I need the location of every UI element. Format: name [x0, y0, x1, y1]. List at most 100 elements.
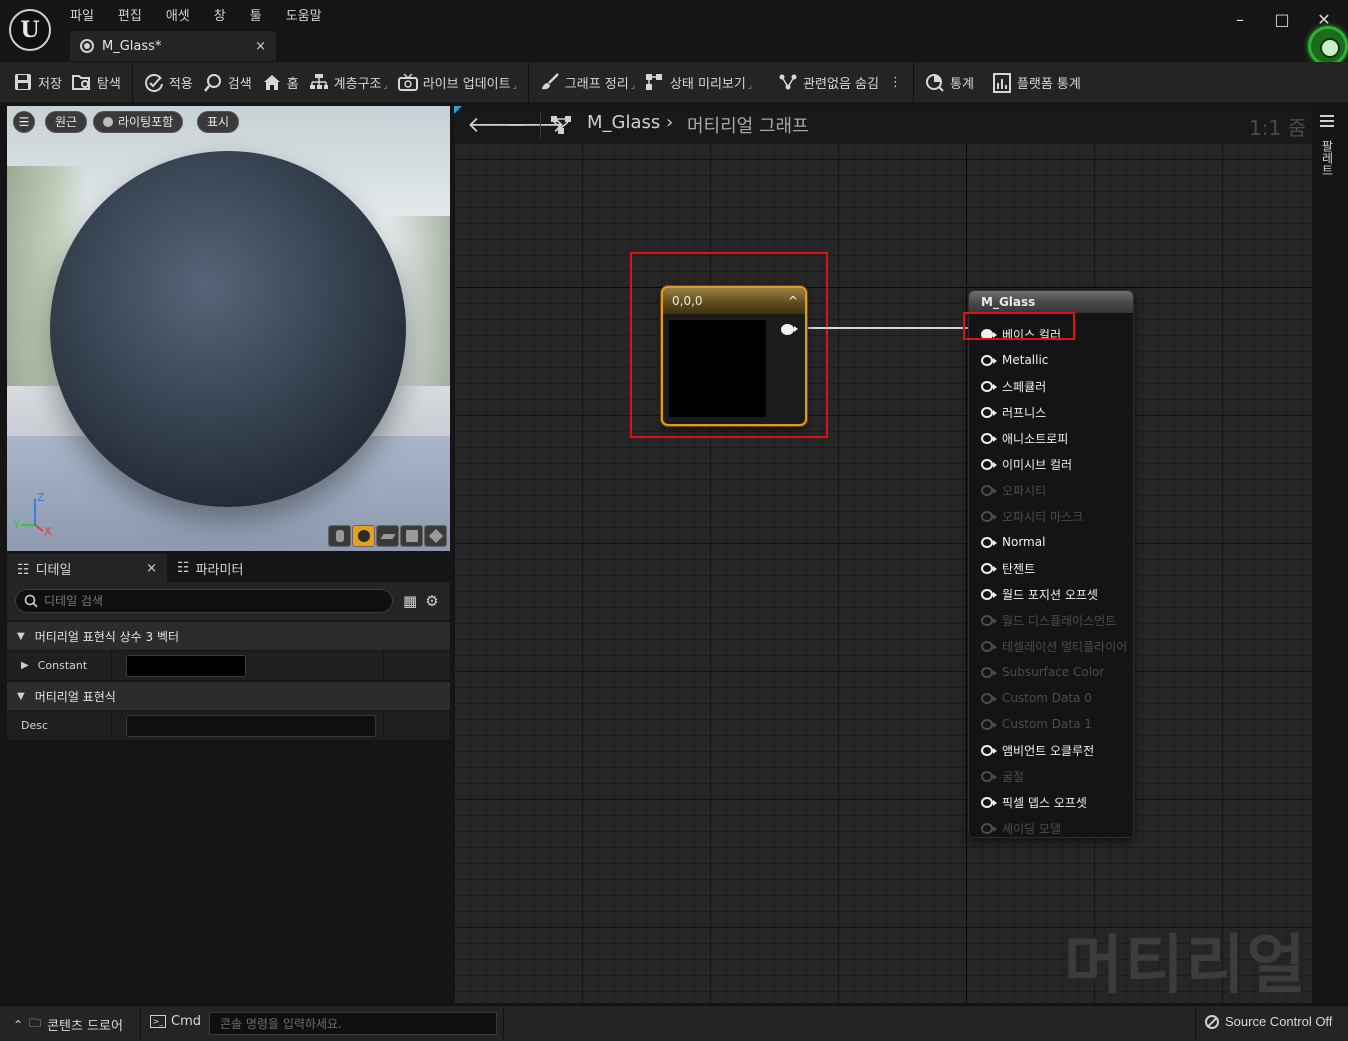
menu-edit[interactable]: 편집	[118, 5, 142, 24]
hierarchy-dropdown-icon[interactable]: ⌟	[384, 81, 388, 91]
input-pin-row[interactable]: Custom Data 1	[981, 714, 1092, 734]
show-button[interactable]: 표시	[197, 111, 240, 133]
input-pin-icon[interactable]	[981, 796, 997, 808]
input-pin-icon[interactable]	[981, 484, 997, 496]
unreal-logo-icon[interactable]: U	[9, 9, 51, 51]
material-graph-canvas[interactable]: 🡐 🡒 M_Glass › 머티리얼 그래프 1:1 줌 0,0,0 ^ M_G…	[454, 106, 1312, 1003]
input-pin-row[interactable]: 애니소트로피	[981, 428, 1068, 448]
input-pin-icon[interactable]	[981, 822, 997, 834]
details-search-input[interactable]	[44, 594, 364, 608]
input-pin-icon[interactable]	[981, 614, 997, 626]
output-pin[interactable]	[781, 324, 798, 335]
input-pin-icon[interactable]	[981, 380, 997, 392]
input-pin-icon[interactable]	[981, 666, 997, 678]
breadcrumb-graph[interactable]: 머티리얼 그래프	[687, 112, 809, 138]
palette-side-tab[interactable]: 팔레트	[1313, 106, 1343, 1003]
input-pin-icon[interactable]	[981, 510, 997, 522]
preview-state-dropdown-icon[interactable]: ⌟	[748, 81, 752, 91]
input-pin-row[interactable]: Metallic	[981, 350, 1048, 370]
input-pin-row[interactable]: 테셀레이션 멀티플라이어	[981, 636, 1127, 656]
minimize-button[interactable]: –	[1230, 10, 1250, 30]
input-pin-row[interactable]: 월드 포지션 오프셋	[981, 584, 1098, 604]
material-result-node[interactable]: M_Glass 베이스 컬러 Metallic 스페큘러 러프니스 애니소트로피 이미시브…	[968, 290, 1134, 838]
node-title-bar[interactable]: 0,0,0 ^	[663, 288, 805, 314]
editor-status-icon[interactable]	[1308, 26, 1348, 66]
browse-button[interactable]: 탐색	[67, 67, 126, 97]
collapse-arrow-icon[interactable]: ^	[788, 288, 798, 314]
more-options-button[interactable]: ⋮	[884, 67, 907, 97]
close-tab-icon[interactable]: ×	[255, 39, 266, 54]
live-update-button[interactable]: 라이브 업데이트 ⌟	[393, 67, 522, 97]
input-pin-icon[interactable]	[981, 718, 997, 730]
input-pin-row[interactable]: Normal	[981, 532, 1045, 552]
clean-graph-dropdown-icon[interactable]: ⌟	[631, 81, 635, 91]
cube-preview-button[interactable]	[400, 525, 423, 547]
input-pin-row[interactable]: 굴절	[981, 766, 1024, 786]
input-pin-row[interactable]: 러프니스	[981, 402, 1046, 422]
table-view-icon[interactable]: ▦	[403, 592, 417, 610]
lit-mode-button[interactable]: 라이팅포함	[93, 111, 184, 133]
live-update-dropdown-icon[interactable]: ⌟	[513, 81, 517, 91]
constant-color-swatch[interactable]	[126, 654, 246, 677]
input-pin-icon[interactable]	[981, 744, 997, 756]
menu-file[interactable]: 파일	[70, 5, 94, 24]
document-tab[interactable]: M_Glass* ×	[70, 31, 276, 61]
hierarchy-button[interactable]: 계층구조 ⌟	[304, 67, 393, 97]
input-pin-icon[interactable]	[981, 588, 997, 600]
platform-stats-button[interactable]: 플랫폼 통계	[987, 67, 1086, 97]
plane-preview-button[interactable]	[376, 525, 399, 547]
source-control-button[interactable]: Source Control Off	[1205, 1014, 1332, 1029]
input-pin-icon[interactable]	[981, 354, 997, 366]
save-button[interactable]: 저장	[8, 67, 67, 97]
node-title-bar[interactable]: M_Glass	[969, 291, 1133, 313]
input-pin-row[interactable]: 앰비언트 오클루전	[981, 740, 1094, 760]
hide-unrelated-button[interactable]: 관련없음 숨김	[773, 67, 884, 97]
input-pin-icon[interactable]	[981, 432, 997, 444]
maximize-button[interactable]: □	[1272, 10, 1292, 30]
custom-mesh-preview-button[interactable]	[424, 525, 447, 547]
category-material-expression[interactable]: ▼ 머티리얼 표현식	[7, 680, 450, 710]
search-button[interactable]: 검색	[198, 67, 257, 97]
gear-icon[interactable]: ⚙	[425, 592, 438, 610]
details-search-box[interactable]	[15, 589, 393, 613]
input-pin-row[interactable]: 이미시브 컬러	[981, 454, 1072, 474]
input-pin-row[interactable]: 탄젠트	[981, 558, 1035, 578]
tab-parameters[interactable]: ☷ 파라미터	[167, 554, 253, 582]
apply-button[interactable]: 적용	[139, 67, 198, 97]
input-pin-row[interactable]: 오파시티 마스크	[981, 506, 1083, 526]
constant3vector-node[interactable]: 0,0,0 ^	[661, 286, 807, 426]
console-input[interactable]	[209, 1012, 497, 1035]
cylinder-preview-button[interactable]	[328, 525, 351, 547]
clean-graph-button[interactable]: 그래프 정리 ⌟	[535, 67, 640, 97]
input-pin-icon[interactable]	[981, 536, 997, 548]
perspective-button[interactable]: 원근	[45, 111, 88, 133]
sphere-preview-button[interactable]	[352, 525, 375, 547]
connection-wire[interactable]	[805, 327, 983, 329]
preview-state-button[interactable]: 상태 미리보기 ⌟	[640, 67, 757, 97]
input-pin-row[interactable]: 셰이딩 모델	[981, 818, 1061, 838]
chevron-right-icon[interactable]: ▶	[21, 660, 29, 671]
desc-input[interactable]	[126, 714, 376, 737]
input-pin-row[interactable]: Subsurface Color	[981, 662, 1104, 682]
input-pin-row[interactable]: 스페큘러	[981, 376, 1046, 396]
home-button[interactable]: 홈	[257, 67, 304, 97]
input-pin-icon[interactable]	[981, 692, 997, 704]
tab-details[interactable]: ☷ 디테일 ×	[7, 554, 167, 582]
input-pin-icon[interactable]	[981, 770, 997, 782]
preview-viewport[interactable]: ☰ 원근 라이팅포함 표시 Z Y X	[7, 106, 450, 551]
input-pin-row[interactable]: 오파시티	[981, 480, 1046, 500]
menu-asset[interactable]: 애셋	[166, 5, 190, 24]
input-pin-icon[interactable]	[981, 406, 997, 418]
menu-tools[interactable]: 툴	[250, 5, 262, 24]
input-pin-icon[interactable]	[981, 562, 997, 574]
viewport-menu-button[interactable]: ☰	[13, 111, 35, 133]
input-pin-icon[interactable]	[981, 458, 997, 470]
breadcrumb-asset[interactable]: M_Glass	[587, 112, 660, 133]
category-material-expression-constant3vector[interactable]: ▼ 머티리얼 표현식 상수 3 벡터	[7, 620, 450, 650]
cmd-button[interactable]: >_ Cmd	[150, 1014, 201, 1029]
input-pin-row[interactable]: 월드 디스플레이스먼트	[981, 610, 1116, 630]
input-pin-row[interactable]: Custom Data 0	[981, 688, 1092, 708]
content-drawer-button[interactable]: ⌃ 🗀 콘텐츠 드로어	[13, 1014, 123, 1035]
menu-help[interactable]: 도움말	[286, 5, 322, 24]
stats-button[interactable]: 통계	[920, 67, 979, 97]
